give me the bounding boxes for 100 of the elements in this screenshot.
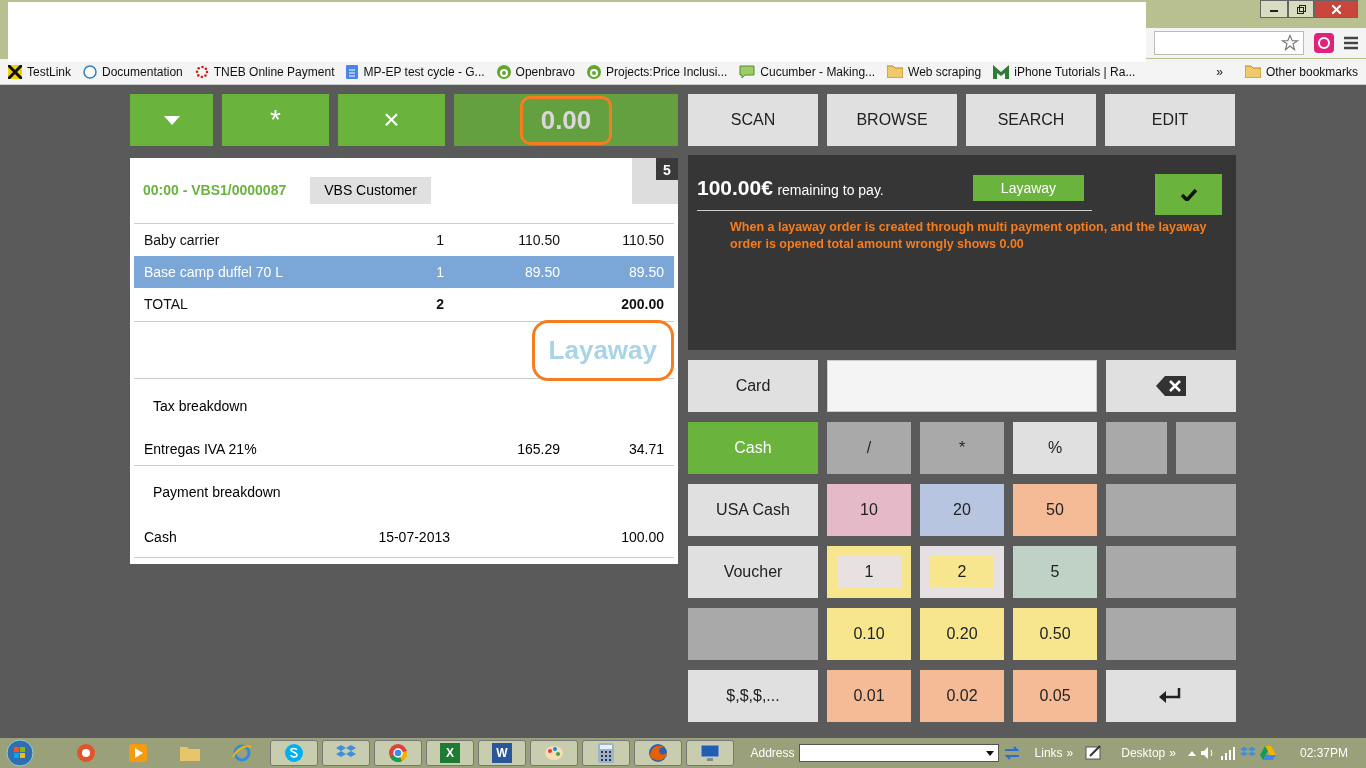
caret-down-icon <box>985 750 994 756</box>
caret-down-icon <box>163 115 180 125</box>
bookmark-link[interactable]: Cucumber - Making... <box>739 62 876 81</box>
keypad-key[interactable]: 0.01 <box>827 670 911 722</box>
line-total-cell-text: 89.50 <box>627 262 664 282</box>
calculator-icon <box>598 743 614 763</box>
caret-up-icon[interactable] <box>1187 750 1196 756</box>
app-letter-icon: X <box>440 743 460 763</box>
product-name: Base camp duffel 70 L <box>144 262 285 282</box>
customer-button[interactable]: VBS Customer <box>310 177 431 204</box>
remaining-text: 100.00€ remaining to pay. <box>697 175 884 202</box>
triangle-logo-icon[interactable] <box>1259 746 1276 760</box>
close-icon <box>1331 4 1341 14</box>
tax-amount-cell-text: 34.71 <box>627 439 664 459</box>
nav-button[interactable]: BROWSE <box>827 94 957 146</box>
order-number: 00:00 - VBS1/0000087 <box>143 181 287 200</box>
fox-globe-icon <box>648 743 668 763</box>
total-label: TOTAL <box>144 295 189 314</box>
coin-key[interactable]: 1 <box>827 546 911 598</box>
confirm-button[interactable] <box>1155 174 1222 215</box>
bookmark-link[interactable]: Other bookmarks <box>1244 62 1358 81</box>
hazard-icon <box>8 64 22 79</box>
keypad-key[interactable]: * <box>920 422 1004 474</box>
tax-base-cell-text: 165.29 <box>516 439 560 459</box>
nav-button[interactable]: EDIT <box>1105 94 1235 146</box>
section-heading: Payment breakdown <box>153 482 281 502</box>
address-input-field[interactable] <box>798 744 999 762</box>
keypad-key[interactable]: 0.50 <box>1013 608 1097 660</box>
pen-note-icon[interactable] <box>1085 745 1104 761</box>
bookmark-link[interactable]: Projects:Price Inclusi... <box>587 62 728 81</box>
chat-app-icon <box>284 743 304 763</box>
circle-logo-icon <box>587 64 601 79</box>
keypad-key[interactable]: 0.02 <box>920 670 1004 722</box>
bookmark-link[interactable]: TestLink <box>8 62 72 81</box>
nav-button[interactable]: SEARCH <box>966 94 1096 146</box>
backspace-icon <box>1156 376 1186 396</box>
backspace-button[interactable] <box>1106 360 1236 412</box>
keypad-key[interactable]: 20 <box>920 484 1004 536</box>
bookmark-link[interactable]: iPhone Tutorials | Ra... <box>993 62 1136 81</box>
app-logo-icon <box>76 743 96 763</box>
payment-method-button[interactable]: Card <box>688 360 818 412</box>
refresh-arrows-icon[interactable] <box>1002 745 1021 761</box>
payment-amount: 100.00 <box>620 528 664 547</box>
bookmark-link[interactable]: Documentation <box>83 62 183 81</box>
clock-time: 02:37PM <box>1299 745 1348 762</box>
signal-bars-icon[interactable] <box>1219 746 1236 760</box>
taskbar-app[interactable] <box>582 740 630 766</box>
browser-e-icon <box>232 743 252 763</box>
extension-icon[interactable] <box>1314 33 1334 53</box>
payment-date: 15-07-2013 <box>377 528 450 547</box>
address-bar[interactable] <box>1154 31 1304 55</box>
bookmark-link[interactable]: TNEB Online Payment <box>194 62 335 81</box>
restore-button[interactable] <box>1288 0 1314 18</box>
keypad-key[interactable]: / <box>827 422 911 474</box>
restore-icon <box>1296 4 1306 14</box>
dots-ring-icon <box>194 64 209 79</box>
bookmarks-overflow[interactable]: » <box>1216 62 1223 81</box>
payment-method-button[interactable]: Voucher <box>688 546 818 598</box>
keypad-key[interactable]: 0.10 <box>827 608 911 660</box>
keypad-key[interactable]: 5 <box>1013 546 1097 598</box>
monitor-icon <box>700 744 720 762</box>
keypad-key[interactable]: 0.20 <box>920 608 1004 660</box>
tax-name: Entregas IVA 21% <box>144 439 258 459</box>
order-line[interactable]: Baby carrier 1 110.50 110.50 <box>134 224 674 256</box>
menu-icon[interactable] <box>1344 36 1358 50</box>
annotation-note: When a layaway order is created through multi payment option, and the layaway order is opened total amount wrongly shows 0.00 <box>729 219 1208 253</box>
star-icon <box>1281 34 1299 52</box>
payment-method-button[interactable]: $,$,$,... <box>688 670 818 722</box>
document-icon <box>346 64 359 79</box>
close-button[interactable] <box>1314 0 1358 18</box>
speech-bubble-icon <box>739 64 756 79</box>
taskbar-app[interactable]: X <box>426 740 474 766</box>
circle-logo-icon <box>496 64 511 79</box>
nav-button[interactable]: SCAN <box>688 94 818 146</box>
total-quantity: 2 <box>435 295 445 314</box>
ring-icon <box>83 64 98 79</box>
bookmark-link[interactable]: Openbravo <box>496 62 575 81</box>
total-amount: 0.00 <box>519 95 613 145</box>
app-letter-icon: W <box>492 743 512 763</box>
minimize-button[interactable] <box>1260 0 1288 18</box>
taskbar-app[interactable]: W <box>478 740 526 766</box>
keypad-key[interactable]: 10 <box>827 484 911 536</box>
coin-chip: 2 <box>930 556 994 588</box>
speaker-icon[interactable] <box>1199 746 1216 760</box>
coin-key[interactable]: 2 <box>920 546 1004 598</box>
keypad-key[interactable]: 50 <box>1013 484 1097 536</box>
keypad-key[interactable]: 0.05 <box>1013 670 1097 722</box>
section-heading: Tax breakdown <box>153 396 248 416</box>
keypad-key[interactable]: % <box>1013 422 1097 474</box>
start-orb-icon[interactable] <box>6 739 34 767</box>
palette-icon <box>544 743 564 763</box>
folder-icon <box>887 65 904 78</box>
amount-input-field[interactable] <box>827 360 1097 412</box>
quantity-cell-text: 1 <box>435 230 445 250</box>
price-cell-text: 89.50 <box>523 262 560 282</box>
bookmark-link[interactable]: Web scraping <box>887 62 982 81</box>
payment-method-button[interactable]: USA Cash <box>688 484 818 536</box>
browser-circle-icon <box>388 743 408 763</box>
bookmark-link[interactable]: MP-EP test cycle - G... <box>346 62 485 81</box>
quantity-cell-text: 1 <box>435 262 445 282</box>
